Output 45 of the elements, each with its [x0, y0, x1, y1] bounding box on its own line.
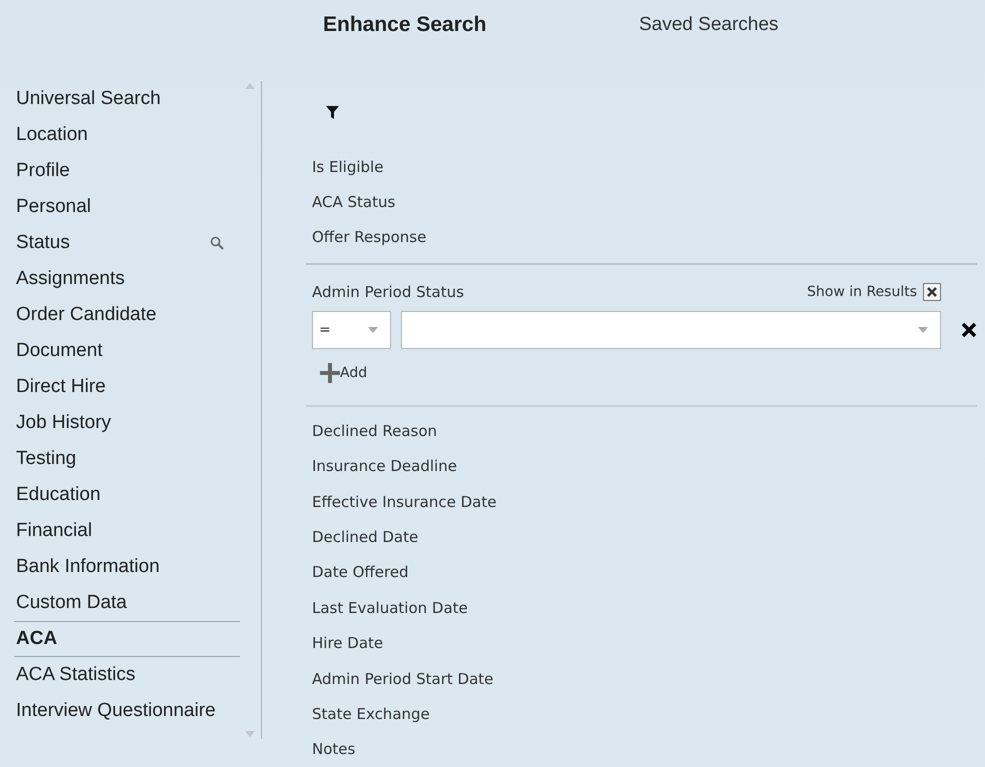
- field-item[interactable]: Admin Period Start Date: [306, 660, 977, 696]
- sidebar-item[interactable]: Universal Search: [14, 80, 240, 117]
- x-mark-icon: [926, 286, 938, 298]
- tab[interactable]: Saved Searches: [639, 14, 778, 36]
- show-in-results-checkbox[interactable]: [923, 283, 941, 302]
- sidebar-item[interactable]: Job History: [14, 404, 240, 441]
- sidebar-item[interactable]: Personal: [14, 188, 240, 225]
- field-item[interactable]: Date Offered: [306, 554, 977, 590]
- sidebar-item[interactable]: Profile: [14, 152, 240, 189]
- search-icon[interactable]: [210, 236, 224, 250]
- tab[interactable]: Enhance Search: [323, 13, 639, 38]
- sidebar-item[interactable]: Custom Data: [14, 584, 240, 621]
- sidebar-item[interactable]: ACA: [14, 620, 240, 657]
- field-item[interactable]: Last Evaluation Date: [306, 590, 977, 626]
- sidebar-item[interactable]: Document: [14, 332, 240, 369]
- sidebar-item[interactable]: ACA Statistics: [14, 656, 240, 693]
- field-item[interactable]: ACA Status: [306, 184, 977, 220]
- add-button[interactable]: Add: [312, 359, 376, 388]
- plus-icon: [320, 363, 340, 384]
- sidebar-item[interactable]: Status: [14, 224, 240, 261]
- operator-select[interactable]: =: [312, 311, 391, 350]
- sidebar-item[interactable]: Order Candidate: [14, 296, 240, 333]
- sidebar-item[interactable]: Bank Information: [14, 548, 240, 585]
- field-item[interactable]: Hire Date: [306, 625, 977, 661]
- caret-icon: [918, 327, 928, 334]
- close-icon[interactable]: [961, 322, 977, 338]
- field-item[interactable]: Notes: [306, 732, 977, 767]
- sidebar-item[interactable]: Testing: [14, 440, 240, 477]
- field-item[interactable]: Declined Date: [306, 519, 977, 555]
- field-item[interactable]: State Exchange: [306, 696, 977, 732]
- field-item[interactable]: Effective Insurance Date: [306, 484, 977, 520]
- field-label: Admin Period Status: [312, 283, 464, 302]
- sidebar-item[interactable]: Education: [14, 476, 240, 513]
- sidebar-item[interactable]: Assignments: [14, 260, 240, 297]
- caret-icon: [368, 327, 378, 334]
- field-item[interactable]: Offer Response: [306, 220, 977, 256]
- sidebar-item[interactable]: Financial: [14, 512, 240, 549]
- field-item[interactable]: Insurance Deadline: [306, 448, 977, 484]
- field-item[interactable]: Declined Reason: [306, 413, 977, 448]
- show-in-results-label: Show in Results: [807, 284, 917, 300]
- sidebar-item[interactable]: Direct Hire: [14, 368, 240, 405]
- sidebar-item[interactable]: Location: [14, 116, 240, 153]
- field-item[interactable]: Is Eligible: [306, 148, 977, 184]
- sidebar-item[interactable]: Interview Questionnaire: [14, 692, 240, 729]
- filter-icon[interactable]: [326, 106, 339, 120]
